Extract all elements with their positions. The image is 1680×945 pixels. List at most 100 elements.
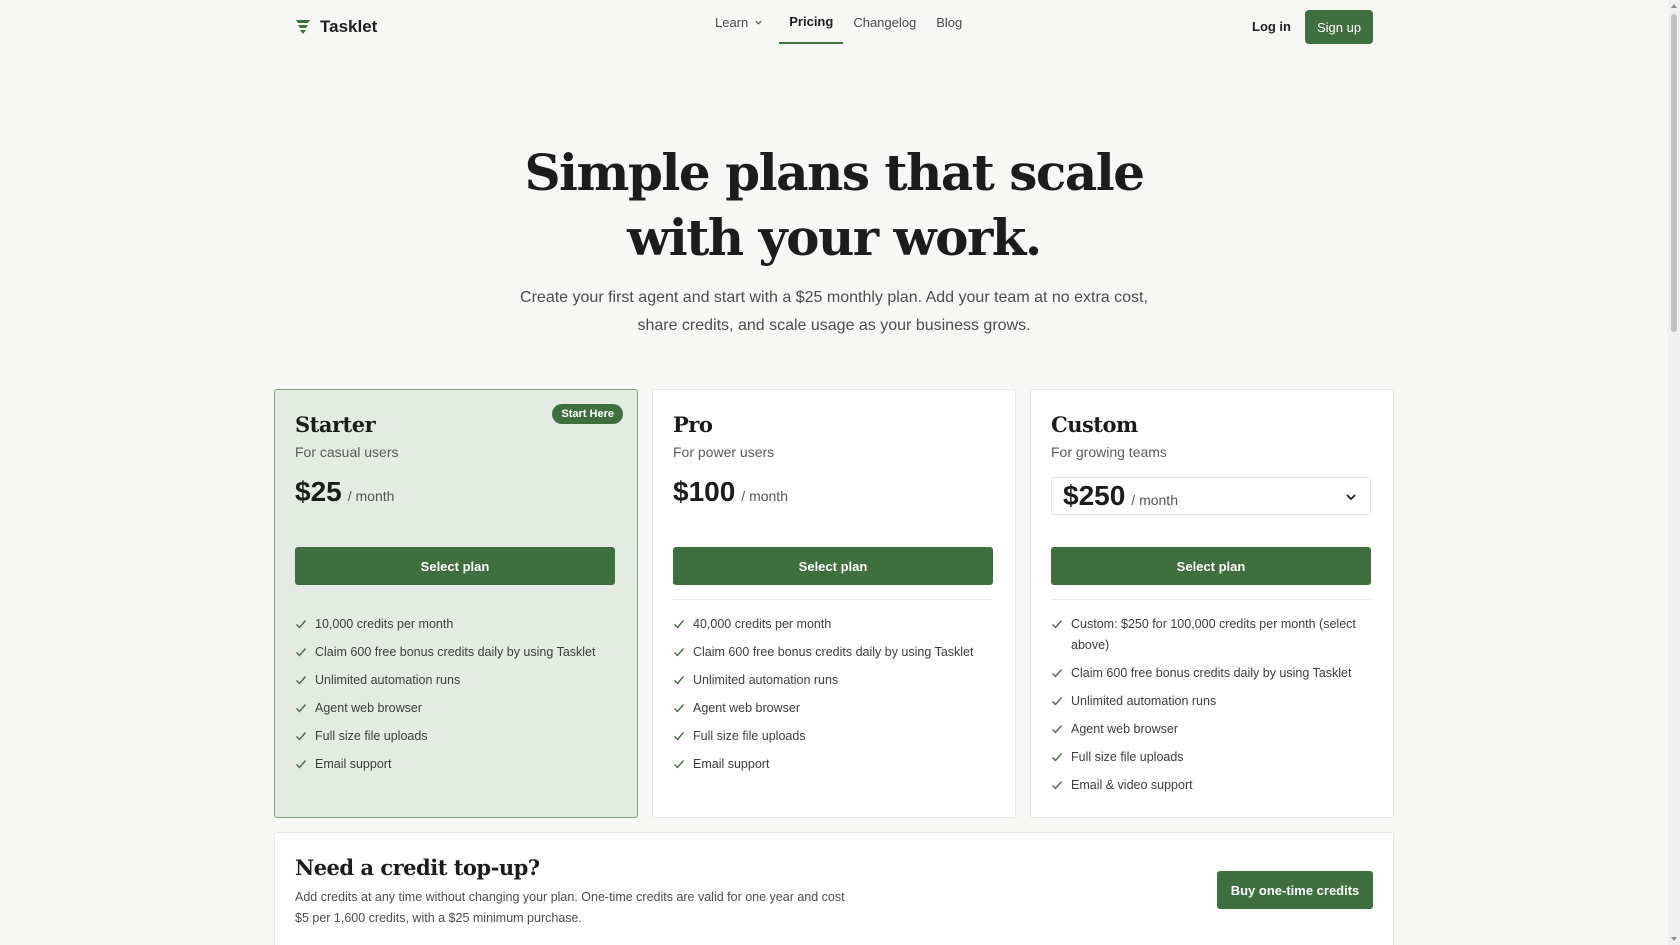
price-period: / month: [1131, 492, 1178, 508]
feature-text: Full size file uploads: [693, 729, 806, 743]
plan-audience: For power users: [673, 444, 775, 460]
check-icon: [674, 760, 685, 769]
plan-name: Pro: [673, 412, 713, 437]
feature-text: Agent web browser: [315, 701, 423, 715]
page-title-line1: Simple plans that scale: [524, 143, 1145, 202]
select-plan-button[interactable]: Select plan: [1051, 547, 1371, 585]
feature-item: Unlimited automation runs: [1051, 691, 1371, 712]
plan-card-custom: Custom For growing teams $250 / month Se…: [1030, 389, 1394, 818]
chevron-down-icon: [755, 20, 762, 25]
chevron-down-icon: [1346, 494, 1356, 501]
plan-audience: For growing teams: [1051, 444, 1167, 460]
feature-list: 10,000 credits per month Claim 600 free …: [295, 614, 615, 782]
feature-list: 40,000 credits per month Claim 600 free …: [673, 614, 993, 782]
feature-text: Claim 600 free bonus credits daily by us…: [315, 645, 596, 659]
nav-changelog[interactable]: Changelog: [843, 0, 926, 44]
plan-audience: For casual users: [295, 444, 399, 460]
feature-item: Agent web browser: [295, 698, 615, 719]
feature-item: Claim 600 free bonus credits daily by us…: [673, 642, 993, 663]
topup-description-line1: Add credits at any time without changing…: [295, 890, 845, 904]
page-subtitle-line1: Create your first agent and start with a…: [520, 289, 1148, 306]
nav-blog[interactable]: Blog: [926, 0, 972, 44]
check-icon: [296, 620, 307, 629]
price-amount: $25: [295, 476, 342, 507]
start-here-badge: Start Here: [552, 404, 623, 424]
feature-item: Email support: [673, 754, 993, 775]
price-period: / month: [741, 488, 788, 504]
brand-name: Tasklet: [320, 17, 378, 36]
divider: [673, 599, 993, 600]
divider: [1051, 599, 1371, 600]
feature-list: Custom: $250 for 100,000 credits per mon…: [1051, 614, 1371, 803]
check-icon: [1052, 725, 1063, 734]
price-dropdown[interactable]: $250 / month: [1051, 477, 1371, 515]
check-icon: [1052, 669, 1063, 678]
feature-item: 40,000 credits per month: [673, 614, 993, 635]
feature-text: Unlimited automation runs: [315, 673, 461, 687]
feature-item: Unlimited automation runs: [295, 670, 615, 691]
feature-item: Claim 600 free bonus credits daily by us…: [295, 642, 615, 663]
check-icon: [1052, 697, 1063, 706]
main-nav: Learn Pricing Changelog Blog: [705, 0, 972, 44]
select-plan-button[interactable]: Select plan: [295, 547, 615, 585]
feature-item: 10,000 credits per month: [295, 614, 615, 635]
feature-text: Claim 600 free bonus credits daily by us…: [693, 645, 974, 659]
check-icon: [674, 732, 685, 741]
feature-item: Email & video support: [1051, 775, 1371, 796]
feature-text: 10,000 credits per month: [315, 617, 454, 631]
feature-item: Full size file uploads: [1051, 747, 1371, 768]
nav-learn[interactable]: Learn: [705, 0, 773, 44]
page-subtitle: Create your first agent and start with a…: [480, 284, 1188, 340]
signup-button[interactable]: Sign up: [1305, 10, 1373, 44]
check-icon: [1052, 781, 1063, 790]
price-amount: $250: [1063, 480, 1126, 511]
price-period: / month: [347, 488, 395, 504]
plan-price: $250 / month: [1063, 480, 1178, 512]
check-icon: [674, 676, 685, 685]
price-amount: $100: [673, 476, 736, 507]
check-icon: [674, 620, 685, 629]
feature-item: Agent web browser: [1051, 719, 1371, 740]
plan-name: Custom: [1051, 412, 1138, 437]
feature-text: Email & video support: [1071, 778, 1193, 792]
feature-text: Agent web browser: [693, 701, 801, 715]
check-icon: [296, 760, 307, 769]
buy-credits-button[interactable]: Buy one-time credits: [1217, 871, 1373, 909]
page-title-line2: with your work.: [627, 208, 1042, 267]
feature-text: Claim 600 free bonus credits daily by us…: [1071, 666, 1352, 680]
feature-item: Claim 600 free bonus credits daily by us…: [1051, 663, 1371, 684]
select-plan-button[interactable]: Select plan: [673, 547, 993, 585]
check-icon: [296, 732, 307, 741]
feature-text: Email support: [693, 757, 770, 771]
plan-card-pro: Pro For power users $100 / month Select …: [652, 389, 1016, 818]
feature-item: Agent web browser: [673, 698, 993, 719]
feature-text: Full size file uploads: [315, 729, 428, 743]
logo-icon: [296, 20, 310, 34]
feature-item: Unlimited automation runs: [673, 670, 993, 691]
scroll-up-arrow-icon[interactable]: [1670, 2, 1678, 10]
nav-learn-label: Learn: [715, 14, 749, 30]
feature-text: 40,000 credits per month: [693, 617, 832, 631]
feature-item: Full size file uploads: [673, 726, 993, 747]
page-scrollbar[interactable]: [1668, 0, 1680, 945]
feature-item: Email support: [295, 754, 615, 775]
check-icon: [296, 704, 307, 713]
login-link[interactable]: Log in: [1252, 19, 1291, 34]
credit-topup-section: Need a credit top-up? Add credits at any…: [274, 832, 1394, 945]
check-icon: [674, 648, 685, 657]
check-icon: [296, 648, 307, 657]
scrollbar-thumb[interactable]: [1671, 14, 1677, 332]
check-icon: [674, 704, 685, 713]
check-icon: [1052, 753, 1063, 762]
plan-name: Starter: [295, 412, 376, 437]
scroll-down-arrow-icon[interactable]: [1670, 935, 1678, 943]
check-icon: [1052, 620, 1063, 629]
feature-text: Unlimited automation runs: [693, 673, 839, 687]
brand-logo[interactable]: Tasklet: [294, 17, 377, 37]
top-nav: Tasklet Learn Pricing Changelog Blog Log…: [0, 0, 1668, 54]
nav-pricing[interactable]: Pricing: [779, 0, 844, 44]
feature-text: Full size file uploads: [1071, 750, 1184, 764]
topup-description: Add credits at any time without changing…: [295, 887, 895, 929]
topup-title: Need a credit top-up?: [295, 855, 540, 880]
feature-item: Custom: $250 for 100,000 credits per mon…: [1051, 614, 1371, 656]
